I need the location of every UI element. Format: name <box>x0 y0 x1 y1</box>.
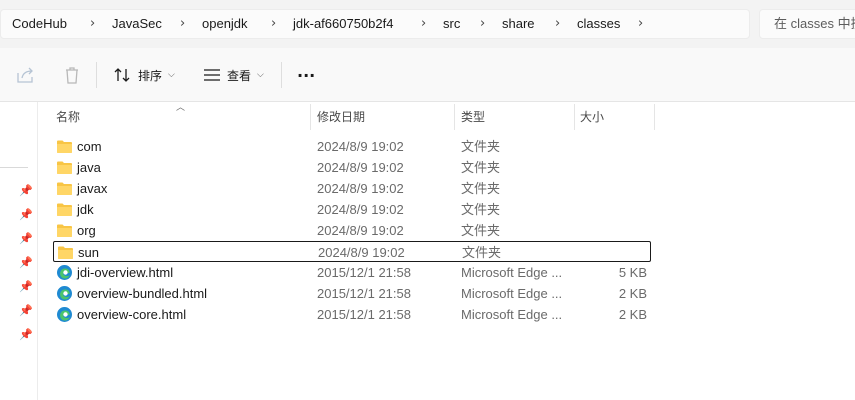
folder-icon <box>58 246 73 259</box>
edge-html-icon <box>57 286 72 301</box>
breadcrumb-src[interactable]: src <box>443 10 460 38</box>
column-header-date[interactable]: 修改日期 <box>317 104 365 130</box>
file-date: 2015/12/1 21:58 <box>317 286 411 301</box>
file-type: 文件夹 <box>461 223 501 238</box>
breadcrumb-separator-icon[interactable]: › <box>555 10 560 38</box>
column-header-name[interactable]: 名称 <box>56 104 80 130</box>
nav-divider <box>0 167 28 168</box>
pin-icon[interactable]: 📌 <box>19 281 33 293</box>
chevron-down-icon: ⌵ <box>257 70 264 80</box>
file-row[interactable]: com 2024/8/9 19:02 文件夹 <box>53 136 651 157</box>
file-row[interactable]: jdk 2024/8/9 19:02 文件夹 <box>53 199 651 220</box>
breadcrumb-separator-icon[interactable]: › <box>90 10 95 38</box>
pin-icon[interactable]: 📌 <box>19 185 33 197</box>
file-size: 2 KB <box>618 286 647 301</box>
search-placeholder: 在 classes 中搜 <box>774 16 855 31</box>
file-date: 2024/8/9 19:02 <box>317 160 404 175</box>
breadcrumb-separator-icon[interactable]: › <box>638 10 643 38</box>
file-name: javax <box>77 181 108 196</box>
folder-icon <box>57 140 72 153</box>
file-type: 文件夹 <box>461 139 501 154</box>
more-icon: ··· <box>297 65 316 85</box>
folder-icon <box>57 161 72 174</box>
file-type: Microsoft Edge ... <box>461 307 563 322</box>
file-name: overview-core.html <box>77 307 187 322</box>
file-date: 2024/8/9 19:02 <box>317 202 404 217</box>
view-label: 查看 <box>227 68 252 83</box>
breadcrumb-separator-icon[interactable]: › <box>421 10 426 38</box>
file-type: 文件夹 <box>461 160 501 175</box>
breadcrumb-codehub[interactable]: CodeHub <box>12 10 67 38</box>
delete-icon[interactable] <box>61 64 83 86</box>
file-row[interactable]: overview-core.html 2015/12/1 21:58 Microso… <box>53 304 651 325</box>
file-row[interactable]: javax 2024/8/9 19:02 文件夹 <box>53 178 651 199</box>
file-name: jdk <box>77 202 94 217</box>
breadcrumb-jdk[interactable]: jdk-af660750b2f4 <box>293 10 393 38</box>
folder-icon <box>57 203 72 216</box>
pin-icon[interactable]: 📌 <box>19 257 33 269</box>
file-name: com <box>77 139 102 154</box>
file-name: java <box>77 160 101 175</box>
command-bar: 排序 ⌵ 查看 ⌵ ··· <box>0 48 855 102</box>
pin-icon[interactable]: 📌 <box>19 329 33 341</box>
search-box[interactable]: 在 classes 中搜 <box>759 9 855 39</box>
file-name: jdi-overview.html <box>77 265 174 280</box>
address-bar[interactable]: CodeHub › JavaSec › openjdk › jdk-af6607… <box>0 9 750 39</box>
file-date: 2024/8/9 19:02 <box>317 181 404 196</box>
view-button[interactable]: 查看 ⌵ <box>203 62 264 88</box>
column-header-type[interactable]: 类型 <box>461 104 485 130</box>
view-icon <box>204 69 220 81</box>
file-date: 2015/12/1 21:58 <box>317 265 411 280</box>
folder-icon <box>57 224 72 237</box>
file-row[interactable]: sun 2024/8/9 19:02 文件夹 <box>53 241 651 262</box>
pin-icon[interactable]: 📌 <box>19 233 33 245</box>
more-options-button[interactable]: ··· <box>297 62 315 88</box>
file-row[interactable]: java 2024/8/9 19:02 文件夹 <box>53 157 651 178</box>
sort-button[interactable]: 排序 ⌵ <box>114 62 175 88</box>
file-row[interactable]: overview-bundled.html 2015/12/1 21:58 Micr… <box>53 283 651 304</box>
column-header-size[interactable]: 大小 <box>580 104 604 130</box>
file-date: 2024/8/9 19:02 <box>318 245 405 260</box>
file-name: org <box>77 223 96 238</box>
file-type: Microsoft Edge ... <box>461 286 563 301</box>
file-size: 2 KB <box>618 307 647 322</box>
file-row[interactable]: jdi-overview.html 2015/12/1 21:58 Microsof… <box>53 262 651 283</box>
sort-label: 排序 <box>138 68 163 83</box>
edge-html-icon <box>57 265 72 280</box>
breadcrumb-separator-icon[interactable]: › <box>480 10 485 38</box>
file-date: 2024/8/9 19:02 <box>317 223 404 238</box>
chevron-down-icon: ⌵ <box>168 70 175 80</box>
file-type: 文件夹 <box>462 245 502 260</box>
file-size: 5 KB <box>618 265 647 280</box>
pin-icon[interactable]: 📌 <box>19 305 33 317</box>
file-type: 文件夹 <box>461 202 501 217</box>
folder-icon <box>57 182 72 195</box>
breadcrumb-separator-icon[interactable]: › <box>271 10 276 38</box>
pin-icon[interactable]: 📌 <box>19 209 33 221</box>
file-name: overview-bundled.html <box>77 286 208 301</box>
file-date: 2015/12/1 21:58 <box>317 307 411 322</box>
navigation-pane: 📌 📌 📌 📌 📌 📌 📌 <box>0 102 38 400</box>
share-icon[interactable] <box>14 64 36 86</box>
sort-ascending-icon: ︿ <box>176 103 186 113</box>
file-type: Microsoft Edge ... <box>461 265 563 280</box>
breadcrumb-javasec[interactable]: JavaSec <box>112 10 162 38</box>
file-name: sun <box>78 245 99 260</box>
breadcrumb-openjdk[interactable]: openjdk <box>202 10 248 38</box>
breadcrumb-classes[interactable]: classes <box>577 10 620 38</box>
file-row[interactable]: org 2024/8/9 19:02 文件夹 <box>53 220 651 241</box>
file-date: 2024/8/9 19:02 <box>317 139 404 154</box>
breadcrumb-share[interactable]: share <box>502 10 535 38</box>
sort-icon <box>114 68 130 82</box>
file-type: 文件夹 <box>461 181 501 196</box>
breadcrumb-separator-icon[interactable]: › <box>180 10 185 38</box>
address-bar-area: CodeHub › JavaSec › openjdk › jdk-af6607… <box>0 0 855 48</box>
edge-html-icon <box>57 307 72 322</box>
